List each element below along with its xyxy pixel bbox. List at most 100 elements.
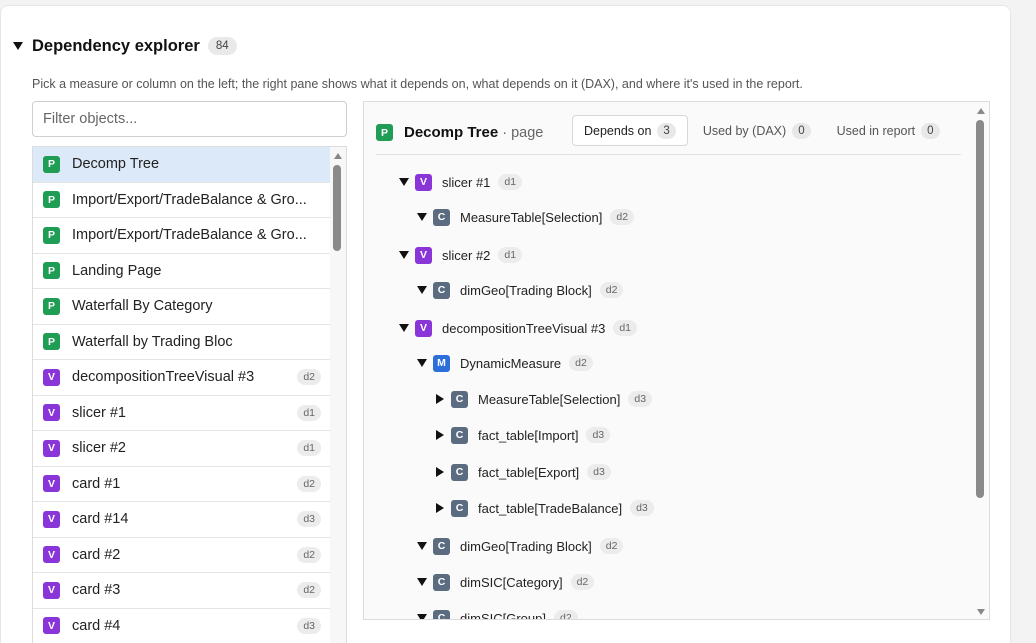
detail-object-name: Decomp Tree bbox=[404, 124, 499, 141]
object-list: P Decomp Tree P Import/Export/TradeBalance … bbox=[32, 146, 347, 643]
detail-header: P Decomp Tree · page Depends on 3 Used by … bbox=[376, 115, 961, 149]
tree-node[interactable]: Cfact_table[Export] d3 bbox=[433, 461, 611, 483]
list-item-label: Import/Export/TradeBalance & Gro... bbox=[72, 227, 307, 244]
caret-down-icon bbox=[417, 213, 427, 221]
tree-node-label: slicer #1 bbox=[442, 174, 491, 190]
column-type-icon: C bbox=[451, 426, 468, 444]
depth-badge: d2 bbox=[553, 610, 578, 619]
collapse-caret-icon[interactable] bbox=[397, 324, 411, 332]
list-item[interactable]: Vcard #3 d2 bbox=[33, 573, 331, 609]
tab-used-by-dax[interactable]: Used by (DAX) 0 bbox=[692, 115, 822, 146]
expand-caret-icon[interactable] bbox=[433, 394, 447, 404]
tab-depends-on[interactable]: Depends on 3 bbox=[572, 115, 688, 146]
tree-node[interactable]: CdimGeo[Trading Block] d2 bbox=[415, 535, 624, 557]
list-item-label: decompositionTreeVisual #3 bbox=[72, 369, 255, 386]
caret-down-icon bbox=[399, 251, 409, 259]
column-type-icon: C bbox=[433, 208, 450, 226]
depth-badge: d3 bbox=[587, 464, 611, 480]
list-item[interactable]: Vcard #2 d2 bbox=[33, 538, 331, 573]
depth-badge: d1 bbox=[498, 174, 523, 190]
page-type-icon: P bbox=[43, 191, 60, 209]
tab-label: Used in report bbox=[836, 123, 916, 138]
tree-node[interactable]: Cfact_table[Import] d3 bbox=[433, 424, 611, 446]
depth-badge: d1 bbox=[297, 404, 321, 421]
list-item[interactable]: Vslicer #2 d1 bbox=[33, 431, 331, 467]
caret-down-icon bbox=[399, 178, 409, 186]
scrollbar-thumb[interactable] bbox=[976, 120, 984, 498]
caret-down-icon bbox=[417, 542, 427, 550]
tree-node[interactable]: CdimSIC[Category] d2 bbox=[415, 571, 595, 593]
column-type-icon: C bbox=[451, 463, 468, 481]
list-item[interactable]: P Import/Export/TradeBalance & Gro... bbox=[33, 183, 331, 218]
page-type-icon: P bbox=[43, 155, 60, 173]
list-item[interactable]: P Waterfall by Trading Bloc bbox=[33, 325, 331, 360]
collapse-caret-icon[interactable] bbox=[13, 42, 23, 50]
list-item-label: card #14 bbox=[72, 511, 129, 528]
depth-badge: d3 bbox=[630, 500, 654, 516]
tree-node[interactable]: Cfact_table[TradeBalance] d3 bbox=[433, 497, 654, 519]
detail-scrollbar[interactable] bbox=[973, 102, 989, 619]
dependency-explorer-card: Dependency explorer 84 Pick a measure or… bbox=[0, 5, 1011, 643]
depth-badge: d2 bbox=[297, 582, 321, 599]
tree-node-label: dimGeo[Trading Block] bbox=[460, 282, 592, 298]
list-item[interactable]: P Waterfall By Category bbox=[33, 289, 331, 325]
tree-node-label: dimSIC[Group] bbox=[460, 610, 546, 620]
tree-node[interactable]: CdimGeo[Trading Block] d2 bbox=[415, 279, 624, 301]
detail-tabs: Depends on 3 Used by (DAX) 0 Used in report 0 bbox=[572, 115, 955, 146]
scroll-up-arrow-icon[interactable] bbox=[977, 108, 985, 114]
caret-right-icon bbox=[436, 503, 444, 513]
tab-label: Used by (DAX) bbox=[702, 123, 787, 138]
collapse-caret-icon[interactable] bbox=[397, 178, 411, 186]
list-item[interactable]: Vcard #4 d3 bbox=[33, 609, 331, 643]
tree-node-label: dimGeo[Trading Block] bbox=[460, 538, 592, 554]
filter-objects-input[interactable] bbox=[32, 101, 347, 137]
tree-node[interactable]: Vslicer #2 d1 bbox=[397, 244, 523, 266]
list-item[interactable]: P Landing Page bbox=[33, 254, 331, 289]
list-item-label: card #1 bbox=[72, 475, 121, 492]
page-type-icon: P bbox=[43, 262, 60, 280]
object-list-scrollbar[interactable] bbox=[330, 147, 346, 643]
scroll-down-arrow-icon[interactable] bbox=[977, 609, 985, 615]
depth-badge: d3 bbox=[297, 511, 321, 528]
visual-type-icon: V bbox=[43, 475, 60, 493]
caret-down-icon bbox=[417, 614, 427, 619]
page-type-icon: P bbox=[43, 297, 60, 315]
collapse-caret-icon[interactable] bbox=[415, 578, 429, 586]
scroll-up-arrow-icon[interactable] bbox=[334, 153, 342, 159]
measure-type-icon: M bbox=[433, 354, 450, 372]
collapse-caret-icon[interactable] bbox=[415, 213, 429, 221]
collapse-caret-icon[interactable] bbox=[415, 286, 429, 294]
list-item[interactable]: P Decomp Tree bbox=[33, 147, 331, 183]
expand-caret-icon[interactable] bbox=[433, 503, 447, 513]
section-header[interactable]: Dependency explorer 84 bbox=[13, 34, 237, 58]
page-type-icon: P bbox=[43, 333, 60, 351]
expand-caret-icon[interactable] bbox=[433, 430, 447, 440]
tree-node[interactable]: VdecompositionTreeVisual #3 d1 bbox=[397, 317, 638, 339]
collapse-caret-icon[interactable] bbox=[397, 251, 411, 259]
depth-badge: d3 bbox=[297, 617, 321, 634]
collapse-caret-icon[interactable] bbox=[415, 359, 429, 367]
depth-badge: d2 bbox=[569, 355, 593, 371]
list-item[interactable]: Vcard #14 d3 bbox=[33, 502, 331, 538]
list-item-label: slicer #2 bbox=[72, 440, 126, 457]
collapse-caret-icon[interactable] bbox=[415, 542, 429, 550]
tree-node[interactable]: Vslicer #1 d1 bbox=[397, 171, 523, 193]
list-item-label: Waterfall by Trading Bloc bbox=[72, 333, 233, 350]
depth-badge: d1 bbox=[498, 247, 523, 263]
expand-caret-icon[interactable] bbox=[433, 467, 447, 477]
collapse-caret-icon[interactable] bbox=[415, 614, 429, 619]
list-item[interactable]: P Import/Export/TradeBalance & Gro... bbox=[33, 218, 331, 254]
depth-badge: d3 bbox=[628, 391, 653, 407]
tree-node[interactable]: M DynamicMeasure d2 bbox=[415, 352, 593, 374]
tree-node[interactable]: C MeasureTable[Selection] d2 bbox=[415, 206, 635, 228]
scrollbar-thumb[interactable] bbox=[333, 165, 341, 251]
tree-node[interactable]: CdimSIC[Group] d2 bbox=[415, 607, 578, 620]
caret-right-icon bbox=[436, 430, 444, 440]
list-item-label: Landing Page bbox=[72, 262, 162, 279]
tree-node[interactable]: C MeasureTable[Selection] d3 bbox=[433, 388, 653, 410]
tab-used-in-report[interactable]: Used in report 0 bbox=[826, 115, 951, 146]
visual-type-icon: V bbox=[43, 404, 60, 422]
list-item[interactable]: Vcard #1 d2 bbox=[33, 467, 331, 502]
list-item[interactable]: Vslicer #1 d1 bbox=[33, 396, 331, 431]
list-item[interactable]: VdecompositionTreeVisual #3 d2 bbox=[33, 360, 331, 396]
